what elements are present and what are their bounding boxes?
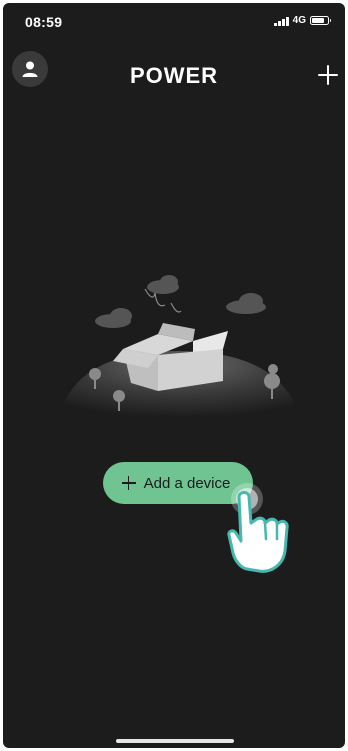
add-device-label: Add a device xyxy=(143,474,231,492)
home-indicator xyxy=(116,739,234,743)
app-logo: POWER xyxy=(129,63,219,88)
plus-icon xyxy=(121,476,136,490)
add-button[interactable] xyxy=(316,63,342,89)
empty-box-illustration xyxy=(58,275,301,421)
status-time: 08:59 xyxy=(25,14,63,30)
network-type: 4G xyxy=(292,15,306,26)
status-indicators: 4G xyxy=(274,15,331,26)
battery-icon xyxy=(310,16,331,25)
tap-hand-icon xyxy=(227,483,289,573)
signal-icon xyxy=(274,16,289,26)
cloud-icon xyxy=(95,275,266,328)
app-screen: 08:59 4G POWER Add a device xyxy=(3,3,345,748)
